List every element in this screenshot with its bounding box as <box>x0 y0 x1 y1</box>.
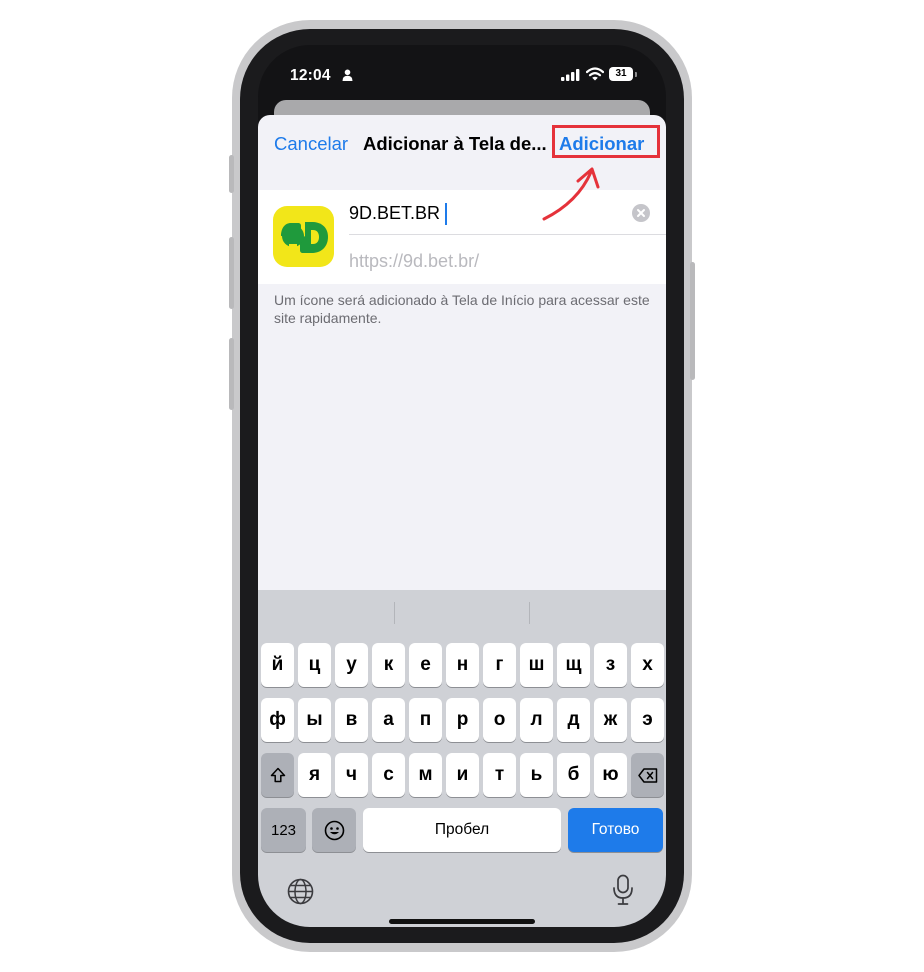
key-я[interactable]: я <box>298 753 331 797</box>
emoji-key[interactable] <box>312 808 356 852</box>
numbers-key[interactable]: 123 <box>261 808 306 852</box>
key-з[interactable]: з <box>594 643 627 687</box>
keyboard: й ц у к е н г ш щ з х ф ы в а п р о л д … <box>258 590 666 927</box>
key-б[interactable]: б <box>557 753 590 797</box>
action-button <box>229 155 234 193</box>
helper-text: Um ícone será adicionado à Tela de Iníci… <box>274 292 650 326</box>
status-time: 12:04 <box>290 67 331 84</box>
annotation-arrow-icon <box>542 167 600 221</box>
field-divider <box>349 234 666 235</box>
clear-icon[interactable] <box>632 204 650 222</box>
key-л[interactable]: л <box>520 698 553 742</box>
key-м[interactable]: м <box>409 753 442 797</box>
key-н[interactable]: н <box>446 643 479 687</box>
key-р[interactable]: р <box>446 698 479 742</box>
key-п[interactable]: п <box>409 698 442 742</box>
home-indicator <box>389 919 535 924</box>
key-й[interactable]: й <box>261 643 294 687</box>
key-в[interactable]: в <box>335 698 368 742</box>
key-х[interactable]: х <box>631 643 664 687</box>
key-ф[interactable]: ф <box>261 698 294 742</box>
sheet-title-text: Adicionar à Tela de... <box>363 133 547 154</box>
key-г[interactable]: г <box>483 643 516 687</box>
key-о[interactable]: о <box>483 698 516 742</box>
shift-key[interactable] <box>261 753 294 797</box>
key-ц[interactable]: ц <box>298 643 331 687</box>
wifi-icon <box>586 67 604 81</box>
key-ы[interactable]: ы <box>298 698 331 742</box>
site-logo-icon <box>281 222 328 253</box>
site-app-icon <box>273 206 334 267</box>
key-с[interactable]: с <box>372 753 405 797</box>
delete-key[interactable] <box>631 753 664 797</box>
key-ш[interactable]: ш <box>520 643 553 687</box>
key-ю[interactable]: ю <box>594 753 627 797</box>
person-icon <box>342 69 353 81</box>
key-у[interactable]: у <box>335 643 368 687</box>
key-ж[interactable]: ж <box>594 698 627 742</box>
text-caret <box>445 203 447 225</box>
delete-icon <box>637 767 657 783</box>
key-щ[interactable]: щ <box>557 643 590 687</box>
key-и[interactable]: и <box>446 753 479 797</box>
key-е[interactable]: е <box>409 643 442 687</box>
volume-up-button <box>229 237 234 309</box>
add-button-highlight <box>552 125 660 158</box>
cancel-button[interactable]: Cancelar <box>274 133 348 155</box>
key-д[interactable]: д <box>557 698 590 742</box>
power-button <box>690 262 695 380</box>
key-к[interactable]: к <box>372 643 405 687</box>
signal-icon <box>561 69 580 81</box>
globe-icon[interactable] <box>287 878 314 905</box>
suggestion-divider <box>529 602 530 624</box>
key-а[interactable]: а <box>372 698 405 742</box>
mic-icon[interactable] <box>612 874 634 906</box>
battery-level: 31 <box>609 67 633 81</box>
done-key[interactable]: Готово <box>568 808 663 852</box>
suggestion-divider <box>394 602 395 624</box>
key-ь[interactable]: ь <box>520 753 553 797</box>
shift-icon <box>270 767 285 783</box>
bookmark-url: https://9d.bet.br/ <box>349 251 480 271</box>
emoji-icon <box>324 820 344 840</box>
key-т[interactable]: т <box>483 753 516 797</box>
volume-down-button <box>229 338 234 410</box>
space-key[interactable]: Пробел <box>363 808 561 852</box>
key-ч[interactable]: ч <box>335 753 368 797</box>
battery-tip <box>635 72 637 77</box>
sheet-title: Adicionar à Tela de... <box>363 133 549 155</box>
key-э[interactable]: э <box>631 698 664 742</box>
